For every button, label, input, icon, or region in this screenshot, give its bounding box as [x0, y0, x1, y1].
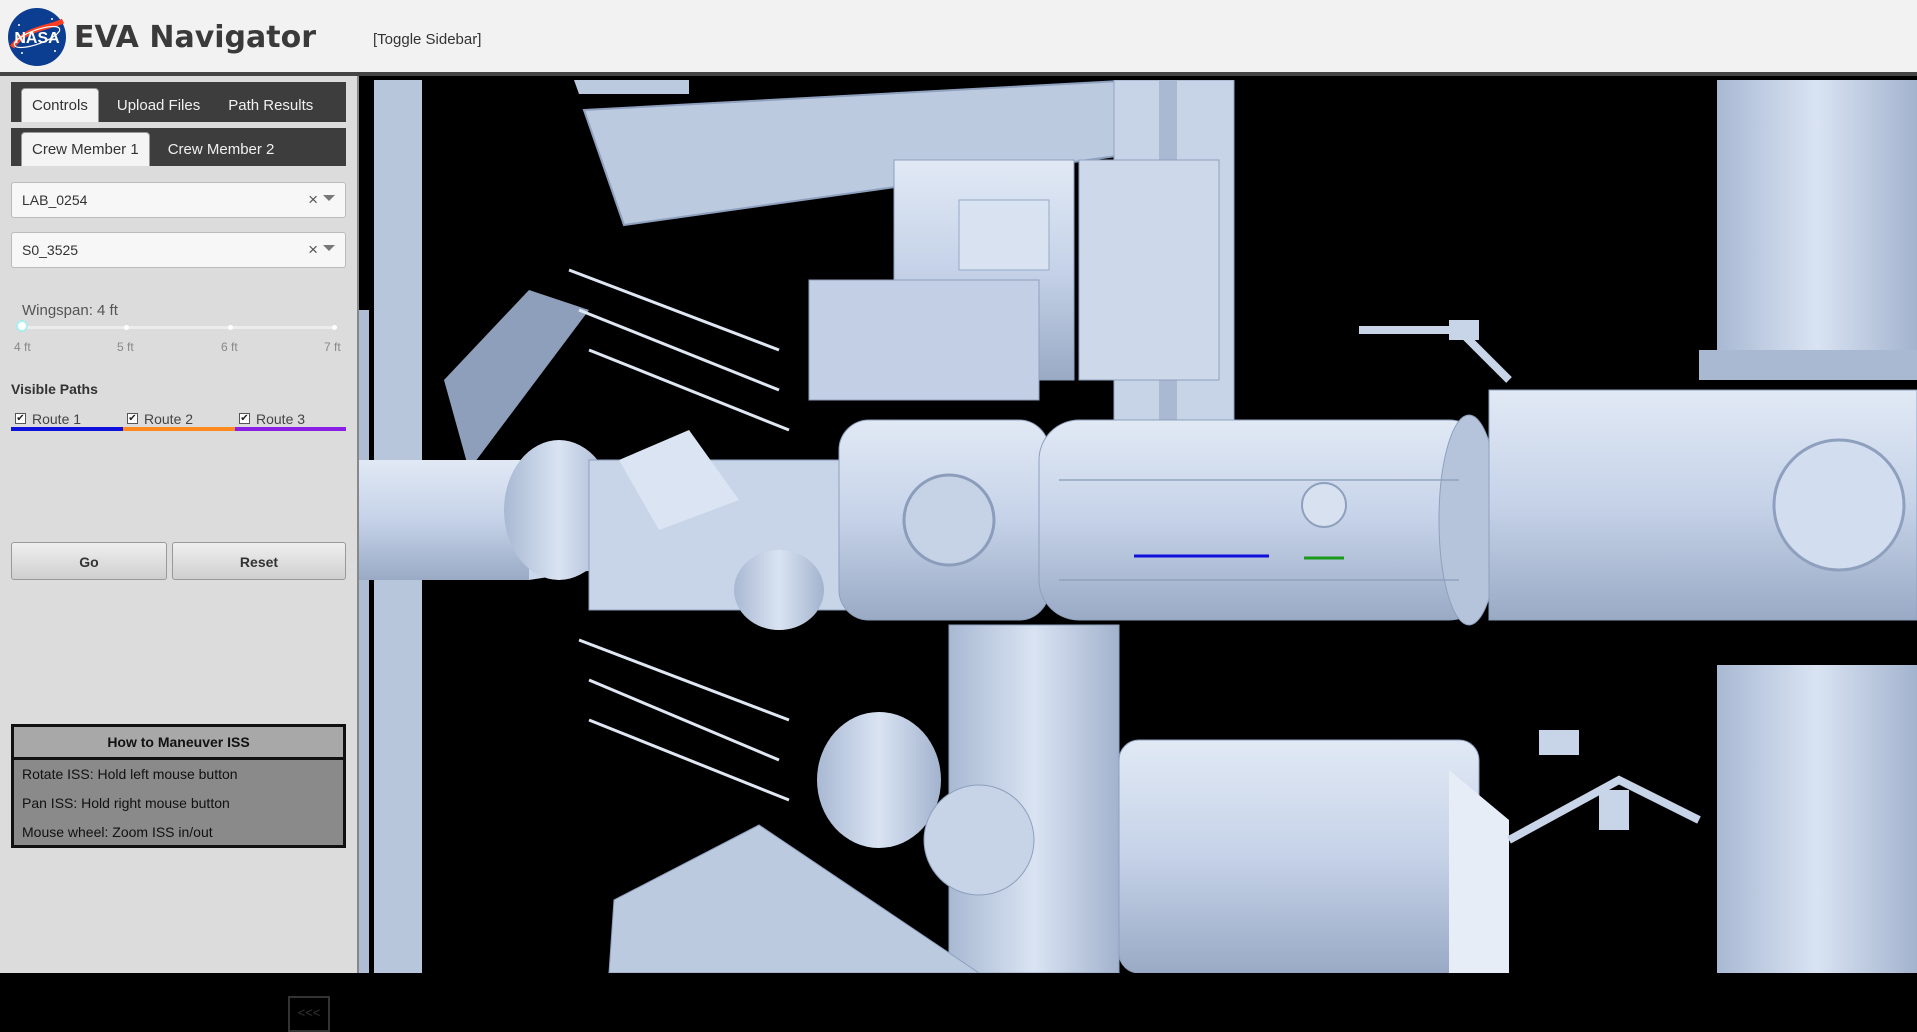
slider-tick: [124, 325, 129, 330]
tab-path-results[interactable]: Path Results: [218, 89, 323, 122]
checkbox-icon[interactable]: ✔: [239, 413, 250, 424]
wingspan-label: Wingspan: 4 ft: [22, 302, 118, 319]
logo-text: NASA: [14, 30, 60, 47]
start-location-value: LAB_0254: [22, 192, 88, 208]
tab-crew-member-2[interactable]: Crew Member 2: [158, 133, 285, 166]
slider-tick: [332, 325, 337, 330]
chevron-down-icon[interactable]: [323, 245, 335, 251]
chevron-down-icon[interactable]: [323, 195, 335, 201]
tab-upload-files[interactable]: Upload Files: [107, 89, 210, 122]
wingspan-tick-4ft: 4 ft: [14, 340, 31, 354]
checkbox-icon[interactable]: ✔: [15, 413, 26, 424]
route-2-toggle[interactable]: ✔ Route 2: [123, 409, 235, 431]
start-location-select[interactable]: LAB_0254 ×: [11, 182, 346, 218]
collapse-sidebar-button[interactable]: <<<: [288, 996, 330, 1032]
sidebar: Controls Upload Files Path Results Crew …: [0, 76, 359, 1032]
route-3-color-bar: [235, 427, 346, 431]
iss-model-render[interactable]: [359, 80, 1917, 973]
app-title: EVA Navigator: [74, 20, 316, 55]
maneuver-help-panel: How to Maneuver ISS Rotate ISS: Hold lef…: [11, 724, 346, 848]
toggle-sidebar-link[interactable]: [Toggle Sidebar]: [373, 31, 481, 48]
help-zoom: Mouse wheel: Zoom ISS in/out: [22, 824, 213, 840]
crew-tab-bar: Crew Member 1 Crew Member 2: [11, 128, 346, 166]
tab-crew-member-1[interactable]: Crew Member 1: [21, 132, 150, 166]
reset-button[interactable]: Reset: [172, 542, 346, 580]
nasa-logo-icon: NASA: [8, 8, 66, 66]
iss-3d-viewport[interactable]: [359, 80, 1917, 973]
end-location-select[interactable]: S0_3525 ×: [11, 232, 346, 268]
wingspan-tick-5ft: 5 ft: [117, 340, 134, 354]
route-2-color-bar: [123, 427, 235, 431]
go-button[interactable]: Go: [11, 542, 167, 580]
clear-end-icon[interactable]: ×: [308, 240, 318, 260]
clear-start-icon[interactable]: ×: [308, 190, 318, 210]
tab-controls[interactable]: Controls: [21, 88, 99, 122]
wingspan-tick-6ft: 6 ft: [221, 340, 238, 354]
end-location-value: S0_3525: [22, 242, 79, 258]
wingspan-slider[interactable]: [16, 320, 337, 332]
wingspan-tick-7ft: 7 ft: [324, 340, 341, 354]
route-1-color-bar: [11, 427, 123, 431]
main-tab-bar: Controls Upload Files Path Results: [11, 82, 346, 122]
slider-tick: [228, 325, 233, 330]
app-header: NASA EVA Navigator [Toggle Sidebar]: [0, 0, 1917, 76]
checkbox-icon[interactable]: ✔: [127, 413, 138, 424]
visible-paths-title: Visible Paths: [11, 381, 98, 397]
help-pan: Pan ISS: Hold right mouse button: [22, 795, 230, 811]
wingspan-slider-handle[interactable]: [16, 320, 28, 332]
route-1-label: Route 1: [32, 411, 82, 427]
help-rotate: Rotate ISS: Hold left mouse button: [22, 766, 238, 782]
route-2-label: Route 2: [144, 411, 194, 427]
route-3-toggle[interactable]: ✔ Route 3: [235, 409, 346, 431]
route-1-toggle[interactable]: ✔ Route 1: [11, 409, 123, 431]
help-title: How to Maneuver ISS: [14, 727, 343, 760]
route-3-label: Route 3: [256, 411, 306, 427]
